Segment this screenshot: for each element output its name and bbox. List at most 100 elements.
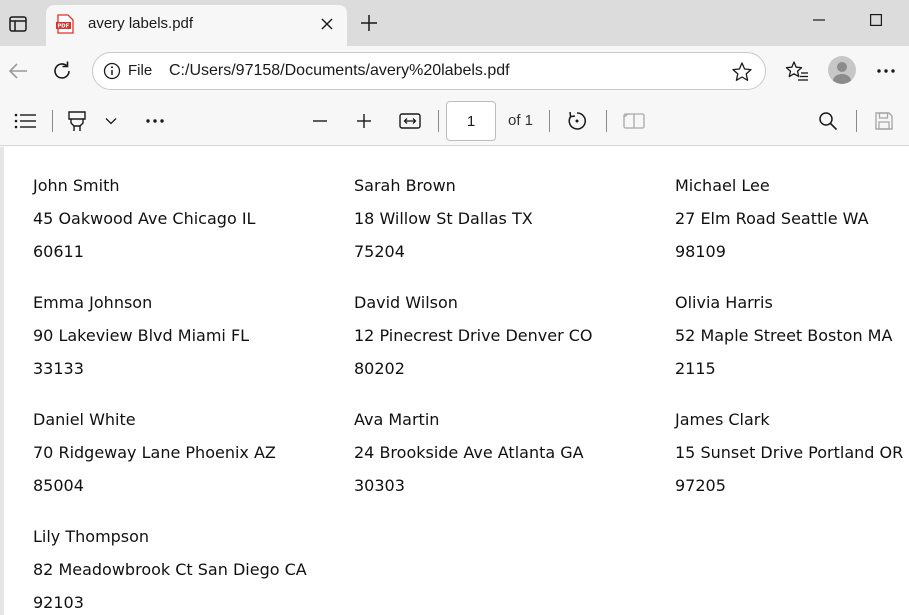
scheme-label: File: [128, 62, 153, 79]
minus-icon: [313, 120, 327, 122]
refresh-button[interactable]: [47, 56, 77, 86]
pdf-document-page[interactable]: John Smith 45 Oakwood Ave Chicago IL 606…: [0, 147, 909, 615]
chevron-down-icon: [105, 118, 117, 125]
label-name: Sarah Brown: [354, 176, 456, 195]
label-name: Ava Martin: [354, 410, 440, 429]
label-street: 24 Brookside Ave Atlanta GA: [354, 443, 584, 462]
address-label: Lily Thompson 82 Meadowbrook Ct San Dieg…: [33, 520, 353, 615]
draw-options-dropdown[interactable]: [98, 108, 124, 134]
toolbar-divider: [549, 110, 550, 132]
search-icon: [819, 112, 838, 131]
info-icon[interactable]: [103, 62, 121, 80]
highlighter-icon: [68, 111, 86, 131]
page-view-button[interactable]: [621, 108, 647, 134]
address-label: David Wilson 12 Pinecrest Drive Denver C…: [354, 286, 674, 385]
label-zip: 75204: [354, 242, 405, 261]
address-label: James Clark 15 Sunset Drive Portland OR …: [675, 403, 909, 502]
address-bar[interactable]: File C:/Users/97158/Documents/avery%20la…: [92, 52, 766, 90]
address-label: Ava Martin 24 Brookside Ave Atlanta GA 3…: [354, 403, 674, 502]
label-name: John Smith: [33, 176, 120, 195]
label-name: Emma Johnson: [33, 293, 153, 312]
label-name: David Wilson: [354, 293, 458, 312]
pdf-file-icon: PDF: [56, 14, 74, 34]
toolbar-divider: [438, 110, 439, 132]
label-street: 18 Willow St Dallas TX: [354, 209, 533, 228]
contents-button[interactable]: [12, 108, 38, 134]
label-zip: 92103: [33, 593, 84, 612]
label-zip: 85004: [33, 476, 84, 495]
tab-actions-icon: [8, 14, 28, 34]
toolbar-divider: [856, 110, 857, 132]
label-zip: 97205: [675, 476, 726, 495]
address-label: Sarah Brown 18 Willow St Dallas TX 75204: [354, 169, 674, 268]
label-name: Daniel White: [33, 410, 136, 429]
tab-active[interactable]: PDF avery labels.pdf: [46, 5, 347, 46]
tab-actions-button[interactable]: [4, 10, 32, 38]
maximize-icon: [870, 14, 882, 26]
search-button[interactable]: [815, 108, 841, 134]
label-zip: 60611: [33, 242, 84, 261]
back-button[interactable]: [3, 56, 33, 86]
label-street: 27 Elm Road Seattle WA: [675, 209, 869, 228]
url-text[interactable]: C:/Users/97158/Documents/avery%20labels.…: [169, 62, 510, 80]
label-street: 15 Sunset Drive Portland OR: [675, 443, 904, 462]
label-street: 45 Oakwood Ave Chicago IL: [33, 209, 256, 228]
new-tab-button[interactable]: [356, 10, 382, 36]
address-label: Daniel White 70 Ridgeway Lane Phoenix AZ…: [33, 403, 353, 502]
label-zip: 2115: [675, 359, 716, 378]
plus-icon: [361, 15, 377, 31]
address-label: Olivia Harris 52 Maple Street Boston MA …: [675, 286, 909, 385]
close-icon: [321, 18, 333, 30]
label-name: Olivia Harris: [675, 293, 773, 312]
pdf-badge-text: PDF: [58, 24, 70, 30]
settings-more-button[interactable]: [871, 56, 901, 86]
label-street: 82 Meadowbrook Ct San Diego CA: [33, 560, 307, 579]
toolbar-divider: [52, 110, 53, 132]
address-label: Michael Lee 27 Elm Road Seattle WA 98109: [675, 169, 909, 268]
label-street: 52 Maple Street Boston MA: [675, 326, 893, 345]
label-name: Michael Lee: [675, 176, 770, 195]
label-name: Lily Thompson: [33, 527, 150, 546]
arrow-left-icon: [8, 63, 27, 79]
star-icon[interactable]: [731, 61, 753, 83]
page-total-label: of 1: [508, 112, 534, 129]
minimize-button[interactable]: [790, 0, 848, 40]
close-tab-button[interactable]: [316, 13, 338, 35]
minimize-icon: [813, 19, 825, 21]
label-zip: 98109: [675, 242, 726, 261]
label-street: 12 Pinecrest Drive Denver CO: [354, 326, 593, 345]
rotate-button[interactable]: [564, 108, 590, 134]
page-number-input[interactable]: [446, 101, 496, 141]
label-street: 90 Lakeview Blvd Miami FL: [33, 326, 250, 345]
label-name: James Clark: [675, 410, 770, 429]
fit-to-width-button[interactable]: [397, 108, 423, 134]
draw-button[interactable]: [64, 108, 90, 134]
ellipsis-icon: [146, 119, 164, 123]
rotate-icon: [568, 111, 586, 130]
two-page-icon: [623, 113, 645, 129]
favorites-icon: [785, 61, 808, 81]
address-label: John Smith 45 Oakwood Ave Chicago IL 606…: [33, 169, 353, 268]
save-button[interactable]: [871, 108, 897, 134]
fit-width-icon: [399, 113, 421, 129]
favorites-button[interactable]: [782, 56, 812, 86]
address-label: Emma Johnson 90 Lakeview Blvd Miami FL 3…: [33, 286, 353, 385]
navigation-bar: File C:/Users/97158/Documents/avery%20la…: [0, 46, 909, 96]
tab-title: avery labels.pdf: [88, 15, 194, 32]
refresh-icon: [54, 61, 70, 79]
list-icon: [14, 113, 36, 129]
more-tools-button[interactable]: [142, 108, 168, 134]
save-icon: [875, 112, 893, 130]
maximize-button[interactable]: [847, 0, 905, 40]
label-street: 70 Ridgeway Lane Phoenix AZ: [33, 443, 276, 462]
label-zip: 33133: [33, 359, 84, 378]
zoom-in-button[interactable]: [351, 108, 377, 134]
pdf-toolbar: of 1: [0, 96, 909, 146]
plus-icon: [357, 114, 371, 128]
label-zip: 30303: [354, 476, 405, 495]
title-bar: PDF avery labels.pdf: [0, 0, 909, 46]
label-zip: 80202: [354, 359, 405, 378]
zoom-out-button[interactable]: [307, 108, 333, 134]
avatar[interactable]: [828, 56, 856, 84]
ellipsis-icon: [877, 69, 895, 73]
